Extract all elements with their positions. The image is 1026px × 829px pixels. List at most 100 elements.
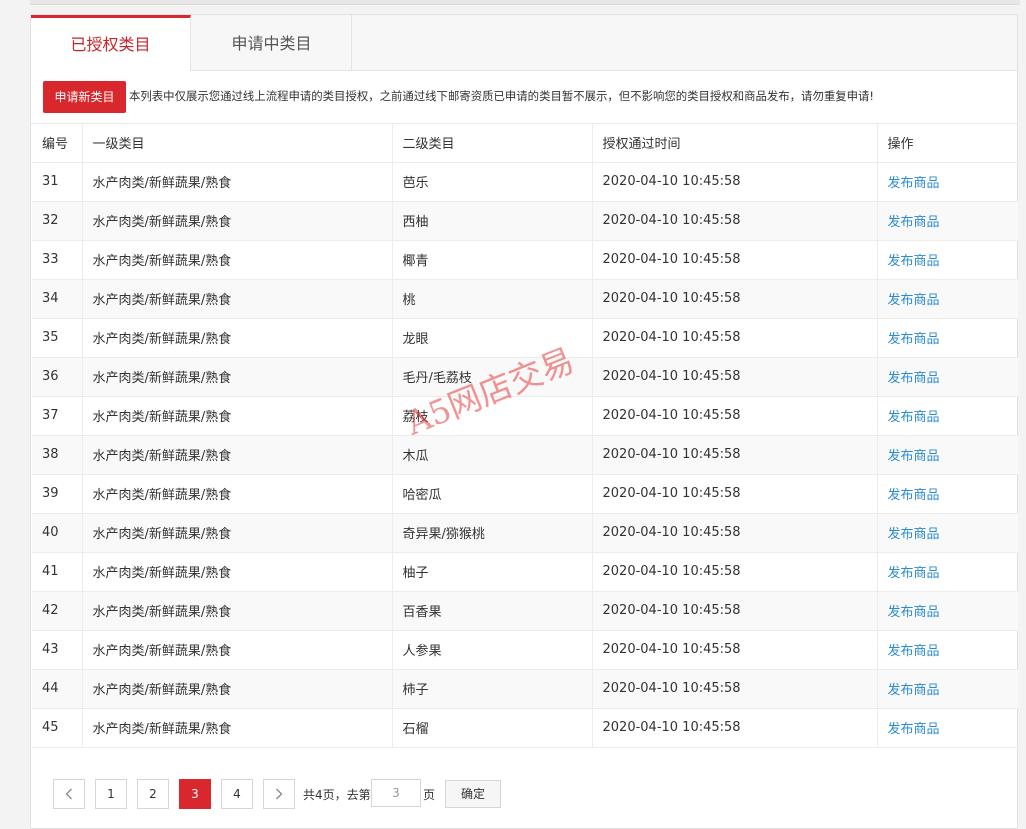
cell-id: 32	[32, 201, 83, 241]
publish-product-link[interactable]: 发布商品	[877, 279, 1018, 319]
cell-id: 44	[32, 669, 83, 709]
publish-product-link[interactable]: 发布商品	[877, 435, 1018, 475]
cell-approved-time: 2020-04-10 10:45:58	[592, 474, 878, 514]
cell-category-level1: 水产肉类/新鲜蔬果/熟食	[82, 591, 393, 631]
cell-category-level2: 哈密瓜	[392, 474, 593, 514]
cell-category-level1: 水产肉类/新鲜蔬果/熟食	[82, 552, 393, 592]
cell-category-level2: 石榴	[392, 708, 593, 748]
category-table: 编号 一级类目 二级类目 授权通过时间 操作 31 水产肉类/新鲜蔬果/熟食 芭乐 2…	[32, 124, 1018, 748]
publish-product-link[interactable]: 发布商品	[877, 201, 1018, 241]
goto-page-input[interactable]	[371, 779, 421, 807]
publish-product-link[interactable]: 发布商品	[877, 357, 1018, 397]
apply-new-category-button[interactable]: 申请新类目	[43, 81, 126, 113]
table-row: 32 水产肉类/新鲜蔬果/熟食 西柚 2020-04-10 10:45:58 发布商品	[32, 201, 1018, 241]
cell-approved-time: 2020-04-10 10:45:58	[592, 669, 878, 709]
table-body: 31 水产肉类/新鲜蔬果/熟食 芭乐 2020-04-10 10:45:58 发布商品 3…	[32, 162, 1018, 748]
publish-product-link[interactable]: 发布商品	[877, 396, 1018, 436]
cell-category-level2: 毛丹/毛荔枝	[392, 357, 593, 397]
cell-id: 33	[32, 240, 83, 280]
page-button-3-current[interactable]: 3	[179, 779, 211, 809]
table-row: 43 水产肉类/新鲜蔬果/熟食 人参果 2020-04-10 10:45:58 发布商品	[32, 630, 1018, 670]
cell-approved-time: 2020-04-10 10:45:58	[592, 591, 878, 631]
table-row: 41 水产肉类/新鲜蔬果/熟食 柚子 2020-04-10 10:45:58 发布商品	[32, 552, 1018, 592]
cell-approved-time: 2020-04-10 10:45:58	[592, 357, 878, 397]
cell-id: 41	[32, 552, 83, 592]
cell-category-level1: 水产肉类/新鲜蔬果/熟食	[82, 357, 393, 397]
table-row: 40 水产肉类/新鲜蔬果/熟食 奇异果/猕猴桃 2020-04-10 10:45:58…	[32, 513, 1018, 553]
cell-id: 34	[32, 279, 83, 319]
cell-approved-time: 2020-04-10 10:45:58	[592, 240, 878, 280]
cell-category-level2: 龙眼	[392, 318, 593, 358]
cell-category-level1: 水产肉类/新鲜蔬果/熟食	[82, 708, 393, 748]
publish-product-link[interactable]: 发布商品	[877, 162, 1018, 202]
cell-approved-time: 2020-04-10 10:45:58	[592, 162, 878, 202]
cell-id: 38	[32, 435, 83, 475]
chevron-right-icon	[276, 788, 283, 800]
publish-product-link[interactable]: 发布商品	[877, 708, 1018, 748]
category-panel: 已授权类目 申请中类目 申请新类目 本列表中仅展示您通过线上流程申请的类目授权，…	[30, 14, 1018, 829]
tab-pending-categories[interactable]: 申请中类目	[192, 15, 352, 70]
column-header-approved-time: 授权通过时间	[592, 124, 878, 163]
cell-category-level1: 水产肉类/新鲜蔬果/熟食	[82, 162, 393, 202]
table-row: 33 水产肉类/新鲜蔬果/熟食 椰青 2020-04-10 10:45:58 发布商品	[32, 240, 1018, 280]
table-row: 38 水产肉类/新鲜蔬果/熟食 木瓜 2020-04-10 10:45:58 发布商品	[32, 435, 1018, 475]
publish-product-link[interactable]: 发布商品	[877, 474, 1018, 514]
cell-category-level1: 水产肉类/新鲜蔬果/熟食	[82, 474, 393, 514]
table-row: 45 水产肉类/新鲜蔬果/熟食 石榴 2020-04-10 10:45:58 发布商品	[32, 708, 1018, 748]
chevron-left-icon	[65, 788, 72, 800]
cell-category-level1: 水产肉类/新鲜蔬果/熟食	[82, 279, 393, 319]
cell-category-level2: 百香果	[392, 591, 593, 631]
cell-category-level2: 柚子	[392, 552, 593, 592]
cell-category-level1: 水产肉类/新鲜蔬果/熟食	[82, 435, 393, 475]
publish-product-link[interactable]: 发布商品	[877, 630, 1018, 670]
publish-product-link[interactable]: 发布商品	[877, 591, 1018, 631]
page-suffix-text: 页	[423, 788, 436, 802]
top-strip	[30, 0, 1020, 5]
notice-text: 本列表中仅展示您通过线上流程申请的类目授权，之前通过线下邮寄资质已申请的类目暂不…	[129, 89, 874, 103]
notice-row: 申请新类目 本列表中仅展示您通过线上流程申请的类目授权，之前通过线下邮寄资质已申…	[31, 71, 1017, 124]
cell-id: 35	[32, 318, 83, 358]
cell-id: 42	[32, 591, 83, 631]
tab-bar: 已授权类目 申请中类目	[31, 15, 1017, 71]
table-row: 44 水产肉类/新鲜蔬果/熟食 柿子 2020-04-10 10:45:58 发布商品	[32, 669, 1018, 709]
table-row: 35 水产肉类/新鲜蔬果/熟食 龙眼 2020-04-10 10:45:58 发布商品	[32, 318, 1018, 358]
cell-id: 39	[32, 474, 83, 514]
table-row: 39 水产肉类/新鲜蔬果/熟食 哈密瓜 2020-04-10 10:45:58 发布商品	[32, 474, 1018, 514]
cell-category-level1: 水产肉类/新鲜蔬果/熟食	[82, 240, 393, 280]
cell-category-level1: 水产肉类/新鲜蔬果/熟食	[82, 201, 393, 241]
cell-approved-time: 2020-04-10 10:45:58	[592, 435, 878, 475]
cell-id: 43	[32, 630, 83, 670]
column-header-category-level2: 二级类目	[392, 124, 593, 163]
publish-product-link[interactable]: 发布商品	[877, 513, 1018, 553]
publish-product-link[interactable]: 发布商品	[877, 240, 1018, 280]
table-row: 37 水产肉类/新鲜蔬果/熟食 荔枝 2020-04-10 10:45:58 发布商品	[32, 396, 1018, 436]
column-header-id: 编号	[32, 124, 83, 163]
page-button-2[interactable]: 2	[137, 779, 169, 809]
goto-page-confirm-button[interactable]: 确定	[445, 780, 501, 808]
table-row: 34 水产肉类/新鲜蔬果/熟食桃 2020-04-10 10:45:58 发布商品	[32, 279, 1018, 319]
cell-category-level2: 西柚	[392, 201, 593, 241]
page-button-4[interactable]: 4	[221, 779, 253, 809]
publish-product-link[interactable]: 发布商品	[877, 552, 1018, 592]
cell-id: 37	[32, 396, 83, 436]
publish-product-link[interactable]: 发布商品	[877, 669, 1018, 709]
tab-authorized-categories[interactable]: 已授权类目	[31, 15, 191, 71]
prev-page-button[interactable]	[53, 779, 85, 809]
cell-approved-time: 2020-04-10 10:45:58	[592, 396, 878, 436]
total-pages-text: 共4页，去第	[303, 788, 371, 802]
cell-id: 31	[32, 162, 83, 202]
column-header-category-level1: 一级类目	[82, 124, 393, 163]
cell-category-level2: 荔枝	[392, 396, 593, 436]
cell-category-level2: 柿子	[392, 669, 593, 709]
cell-category-level2: 芭乐	[392, 162, 593, 202]
next-page-button[interactable]	[263, 779, 295, 809]
pagination: 1 2 3 4 共4页，去第 页 确定	[31, 765, 1017, 825]
cell-approved-time: 2020-04-10 10:45:58	[592, 552, 878, 592]
table-row: 36 水产肉类/新鲜蔬果/熟食 毛丹/毛荔枝 2020-04-10 10:45:58 发…	[32, 357, 1018, 397]
cell-approved-time: 2020-04-10 10:45:58	[592, 279, 878, 319]
cell-category-level2: 桃	[392, 279, 593, 319]
page-button-1[interactable]: 1	[95, 779, 127, 809]
publish-product-link[interactable]: 发布商品	[877, 318, 1018, 358]
cell-id: 36	[32, 357, 83, 397]
table-header-row: 编号 一级类目 二级类目 授权通过时间 操作	[32, 124, 1018, 163]
